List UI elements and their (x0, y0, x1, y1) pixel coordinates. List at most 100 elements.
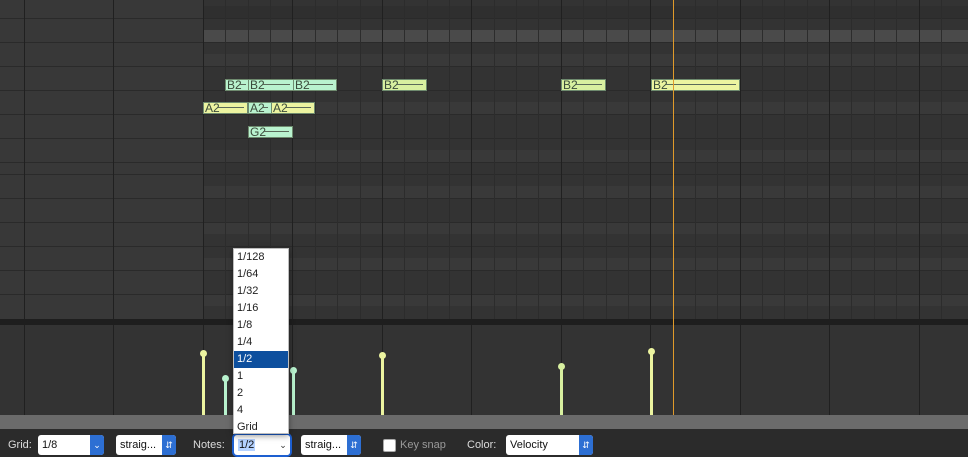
dropdown-option[interactable]: 1/32 (234, 283, 288, 300)
beat-line (829, 325, 830, 415)
dropdown-option[interactable]: Grid (234, 419, 288, 436)
chevron-down-icon: ⌄ (90, 435, 104, 455)
grid-line (337, 0, 338, 319)
pre-region-area (0, 0, 203, 319)
row-line (0, 90, 968, 91)
midi-note[interactable]: G2 (248, 126, 293, 138)
row-line (0, 162, 968, 163)
color-label: Color: (467, 439, 497, 451)
grid-line (695, 0, 696, 319)
midi-note[interactable]: B2 (382, 79, 427, 91)
velocity-stem[interactable] (222, 375, 229, 415)
dropdown-option[interactable]: 4 (234, 402, 288, 419)
velocity-stem[interactable] (648, 348, 655, 415)
grid-line (851, 0, 852, 319)
grid-line (784, 0, 785, 319)
stepper-icon: ⇵ (162, 435, 176, 455)
bar-line (919, 0, 920, 319)
grid-line (807, 0, 808, 319)
grid-line (583, 0, 584, 319)
grid-select[interactable]: 1/8 ⌄ (38, 435, 104, 455)
key-row (203, 150, 968, 162)
dropdown-option[interactable]: 1/16 (234, 300, 288, 317)
dropdown-option[interactable]: 2 (234, 385, 288, 402)
beat-line (740, 325, 741, 415)
color-select-value: Velocity (510, 439, 548, 451)
velocity-stem[interactable] (379, 352, 386, 415)
midi-note[interactable]: B2 (225, 79, 250, 91)
grid-line (538, 0, 539, 319)
grid-swing-value: straig... (120, 439, 157, 451)
grid-line (427, 0, 428, 319)
grid-line (225, 0, 226, 319)
notes-select-value: 1/2 (238, 439, 256, 451)
note-grid[interactable]: B2 B2 B2 B2 B2 B2 A2 A2 A2 G2 (0, 0, 968, 319)
midi-note[interactable]: B2 (561, 79, 606, 91)
stepper-icon: ⇵ (347, 435, 361, 455)
key-row (203, 102, 968, 114)
color-select[interactable]: Velocity ⇵ (506, 435, 593, 455)
grid-line (606, 0, 607, 319)
notes-swing-value: straig... (305, 439, 342, 451)
grid-label: Grid: (8, 439, 32, 451)
dropdown-option[interactable]: 1 (234, 368, 288, 385)
bottom-toolbar: Grid: 1/8 ⌄ straig... ⇵ Notes: 1/2 ⌄ str… (0, 429, 968, 457)
grid-line (874, 0, 875, 319)
grid-line (762, 0, 763, 319)
chevron-down-icon: ⌄ (276, 435, 290, 455)
velocity-stem[interactable] (558, 363, 565, 415)
dropdown-option[interactable]: 1/8 (234, 317, 288, 334)
row-line (0, 66, 968, 67)
dropdown-option[interactable]: 1/128 (234, 249, 288, 266)
keysnap-label: Key snap (400, 439, 446, 451)
grid-select-value: 1/8 (42, 439, 58, 451)
row-line (0, 174, 968, 175)
piano-roll-editor: B2 B2 B2 B2 B2 B2 A2 A2 A2 G2 Grid: 1/8 … (0, 0, 968, 457)
highlight-row (203, 30, 968, 42)
beat-line (292, 0, 293, 319)
notes-select[interactable]: 1/2 ⌄ (234, 435, 290, 455)
midi-note[interactable]: B2 (651, 79, 740, 91)
key-row (203, 54, 968, 66)
notes-swing-select[interactable]: straig... ⇵ (301, 435, 361, 455)
grid-line (941, 0, 942, 319)
midi-note[interactable]: B2 (248, 79, 294, 91)
beat-line (471, 325, 472, 415)
midi-note[interactable]: A2 (203, 102, 248, 114)
velocity-lane[interactable] (0, 325, 968, 415)
bar-line (203, 0, 204, 319)
beat-line (650, 0, 651, 319)
grid-line (404, 0, 405, 319)
row-line (0, 222, 968, 223)
beat-line (113, 325, 114, 415)
beat-line (471, 0, 472, 319)
keysnap-checkbox[interactable] (383, 439, 396, 452)
notes-dropdown-menu[interactable]: 1/128 1/64 1/32 1/16 1/8 1/4 1/2 1 2 4 G… (233, 248, 289, 434)
playhead[interactable] (673, 0, 674, 415)
midi-note[interactable]: B2 (293, 79, 337, 91)
row-line (0, 42, 968, 43)
grid-line (628, 0, 629, 319)
grid-swing-select[interactable]: straig... ⇵ (116, 435, 176, 455)
dropdown-option[interactable]: 1/64 (234, 266, 288, 283)
beat-line (24, 325, 25, 415)
velocity-stem[interactable] (290, 367, 297, 415)
grid-line (449, 0, 450, 319)
row-line (0, 138, 968, 139)
key-row (203, 294, 968, 306)
row-line (0, 270, 968, 271)
midi-note[interactable]: A2 (271, 102, 315, 114)
midi-note[interactable]: A2 (248, 102, 272, 114)
grid-line (896, 0, 897, 319)
bar-line (919, 325, 920, 415)
dropdown-option-selected[interactable]: 1/2 (234, 351, 288, 368)
dropdown-option[interactable]: 1/4 (234, 334, 288, 351)
beat-line (829, 0, 830, 319)
key-row (203, 222, 968, 234)
key-row (203, 186, 968, 198)
horizontal-scrollbar[interactable] (0, 415, 968, 429)
row-line (0, 114, 968, 115)
row-line (0, 198, 968, 199)
velocity-stem[interactable] (200, 350, 207, 415)
row-line (0, 246, 968, 247)
